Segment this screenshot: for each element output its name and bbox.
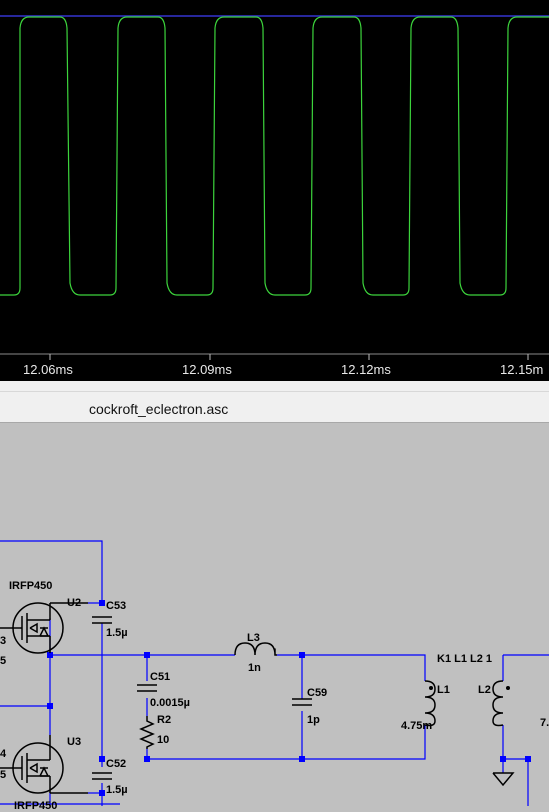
c53-ref-label: C53 <box>106 600 127 612</box>
junction-dot <box>500 756 506 762</box>
junction-dot <box>99 790 105 796</box>
l1-value-label: 4.75m <box>401 720 433 732</box>
wires <box>0 540 549 806</box>
junction-dot <box>299 652 305 658</box>
c59-value-label: 1p <box>307 714 320 726</box>
edge-fragment-label: 3 <box>0 635 7 647</box>
mosfet-u2-symbol[interactable] <box>0 602 88 654</box>
l2-ref-label: L2 <box>478 684 491 696</box>
l3-value-label: 1n <box>248 662 261 674</box>
edge-fragment-label: 4 <box>0 748 7 760</box>
schematic-canvas[interactable]: IRFP450 U2 C53 1.5µ 3 5 L3 1n K1 L1 L2 1… <box>0 423 549 812</box>
schematic-svg <box>0 540 549 806</box>
u3-model-label: IRFP450 <box>14 800 58 812</box>
wire <box>147 725 426 760</box>
u3-ref-label: U3 <box>67 736 82 748</box>
u2-ref-label: U2 <box>67 597 82 609</box>
edge-fragment-label: 5 <box>0 655 7 667</box>
junction-dot <box>525 756 531 762</box>
junction-dot <box>144 652 150 658</box>
x-tick-label: 12.15m <box>500 362 544 377</box>
c51-value-label: 0.0015µ <box>150 697 190 709</box>
capacitor-c51-symbol[interactable] <box>137 684 157 692</box>
wire <box>503 758 529 806</box>
schematic-window-title: cockroft_eclectron.asc <box>89 401 229 417</box>
junction-dot <box>99 600 105 606</box>
coupling-directive[interactable]: K1 L1 L2 1 <box>437 653 492 665</box>
capacitor-c59-symbol[interactable] <box>292 698 312 706</box>
c59-ref-label: C59 <box>307 687 328 699</box>
waveform-svg <box>0 15 549 360</box>
junction-dot <box>47 703 53 709</box>
l1-ref-label: L1 <box>437 684 450 696</box>
x-tick-label: 12.12ms <box>341 362 391 377</box>
c53-value-label: 1.5µ <box>106 627 128 639</box>
c51-ref-label: C51 <box>150 671 171 683</box>
capacitor-c52-symbol[interactable] <box>92 772 112 780</box>
pane-splitter[interactable] <box>0 381 549 391</box>
l2-value-label: 7. <box>540 717 549 729</box>
edge-fragment-label: 5 <box>0 769 7 781</box>
resistor-r2-symbol[interactable] <box>139 716 155 749</box>
x-tick-label: 12.06ms <box>23 362 73 377</box>
junction-dot <box>99 756 105 762</box>
waveform-plot[interactable]: 12.06ms 12.09ms 12.12ms 12.15m <box>0 0 549 381</box>
r2-value-label: 10 <box>157 734 170 746</box>
l2-polarity-dot <box>506 686 510 690</box>
x-tick-label: 12.09ms <box>182 362 232 377</box>
wire <box>0 540 103 603</box>
square-wave-trace <box>0 16 549 296</box>
l1-polarity-dot <box>429 686 433 690</box>
junction-dot <box>144 756 150 762</box>
ground-symbol <box>492 772 515 787</box>
c52-ref-label: C52 <box>106 758 127 770</box>
u2-model-label: IRFP450 <box>9 580 53 592</box>
c52-value-label: 1.5µ <box>106 784 128 796</box>
inductor-l3-symbol[interactable] <box>234 642 277 656</box>
inductor-l2-symbol[interactable] <box>492 680 504 727</box>
capacitor-c53-symbol[interactable] <box>92 616 112 624</box>
junction-dot <box>299 756 305 762</box>
wire <box>0 705 51 735</box>
l3-ref-label: L3 <box>247 632 260 644</box>
schematic-window-titlebar[interactable]: cockroft_eclectron.asc <box>0 391 549 423</box>
r2-ref-label: R2 <box>157 714 172 726</box>
wire <box>277 654 426 681</box>
